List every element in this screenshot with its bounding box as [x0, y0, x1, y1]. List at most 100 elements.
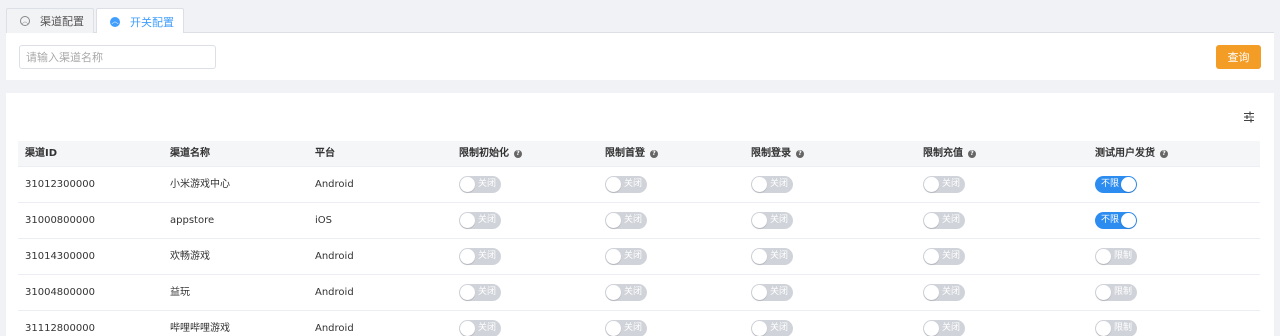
switch-label: 关闭 [624, 323, 643, 333]
limit-login-switch[interactable]: 关闭 [751, 248, 793, 265]
limit-recharge-switch[interactable]: 关闭 [923, 284, 965, 301]
header-limit-login: 限制登录? [751, 141, 804, 167]
table-row: 31000800000 appstore iOS 关闭 关闭 关闭 关闭 不限 [18, 203, 1260, 239]
limit-recharge-switch[interactable]: 关闭 [923, 212, 965, 229]
limit-login-switch[interactable]: 关闭 [751, 212, 793, 229]
channel-id-cell: 31012300000 [25, 179, 95, 190]
chevron-up-circle-icon: ︿ [20, 16, 30, 26]
switch-knob [1096, 285, 1111, 300]
column-settings-icon[interactable] [1243, 111, 1255, 123]
tab-bar: ︿ 渠道配置 ︿ 开关配置 [6, 8, 1274, 34]
question-circle-icon[interactable]: ? [796, 150, 804, 158]
switch-knob [924, 249, 939, 264]
limit-init-switch[interactable]: 关闭 [459, 212, 501, 229]
switch-label: 限制 [1114, 323, 1133, 333]
limit-login-switch[interactable]: 关闭 [751, 176, 793, 193]
table-row: 31004800000 益玩 Android 关闭 关闭 关闭 关闭 限制 [18, 275, 1260, 311]
question-circle-icon[interactable]: ? [514, 150, 522, 158]
switch-knob [460, 213, 475, 228]
limit-init-switch[interactable]: 关闭 [459, 176, 501, 193]
test-user-delivery-switch[interactable]: 限制 [1095, 248, 1137, 265]
limit-first-login-switch[interactable]: 关闭 [605, 320, 647, 336]
table-panel: 渠道ID 渠道名称 平台 限制初始化? 限制首登? 限制登录? 限制充值? 测试… [6, 93, 1274, 336]
limit-login-switch[interactable]: 关闭 [751, 284, 793, 301]
platform-cell: Android [315, 287, 354, 298]
switch-knob [606, 285, 621, 300]
limit-init-switch[interactable]: 关闭 [459, 320, 501, 336]
switch-label: 不限 [1101, 215, 1120, 225]
tab-label: 渠道配置 [40, 15, 84, 28]
switch-knob [460, 285, 475, 300]
header-channel-name: 渠道名称 [170, 148, 210, 159]
switch-knob [460, 249, 475, 264]
query-button[interactable]: 查询 [1216, 45, 1261, 69]
tab-label: 开关配置 [130, 15, 174, 29]
switch-knob [460, 321, 475, 336]
channel-id-cell: 31004800000 [25, 287, 95, 298]
table-row: 31012300000 小米游戏中心 Android 关闭 关闭 关闭 关闭 不限 [18, 167, 1260, 203]
channel-name-cell: 益玩 [170, 287, 190, 298]
test-user-delivery-switch[interactable]: 限制 [1095, 320, 1137, 336]
switch-label: 关闭 [942, 179, 961, 189]
switch-label: 限制 [1114, 251, 1133, 261]
question-circle-icon[interactable]: ? [1160, 150, 1168, 158]
switch-knob [606, 321, 621, 336]
switch-knob [924, 285, 939, 300]
switch-label: 关闭 [942, 215, 961, 225]
switch-knob [1121, 213, 1136, 228]
limit-recharge-switch[interactable]: 关闭 [923, 176, 965, 193]
platform-cell: iOS [315, 215, 332, 226]
channel-id-cell: 31112800000 [25, 323, 95, 334]
channel-name-cell: appstore [170, 215, 215, 226]
switch-label: 关闭 [770, 215, 789, 225]
header-limit-first-login: 限制首登? [605, 141, 658, 167]
platform-cell: Android [315, 323, 354, 334]
switch-knob [752, 213, 767, 228]
platform-cell: Android [315, 179, 354, 190]
limit-first-login-switch[interactable]: 关闭 [605, 248, 647, 265]
switch-knob [606, 213, 621, 228]
test-user-delivery-switch[interactable]: 不限 [1095, 212, 1137, 229]
tab-switch-config[interactable]: ︿ 开关配置 [96, 8, 184, 34]
switch-knob [460, 177, 475, 192]
switch-label: 关闭 [478, 323, 497, 333]
limit-first-login-switch[interactable]: 关闭 [605, 284, 647, 301]
limit-init-switch[interactable]: 关闭 [459, 284, 501, 301]
limit-login-switch[interactable]: 关闭 [751, 320, 793, 336]
test-user-delivery-switch[interactable]: 限制 [1095, 284, 1137, 301]
limit-first-login-switch[interactable]: 关闭 [605, 176, 647, 193]
header-limit-recharge: 限制充值? [923, 141, 976, 167]
limit-recharge-switch[interactable]: 关闭 [923, 320, 965, 336]
header-test-user-delivery: 测试用户发货? [1095, 141, 1168, 167]
switch-knob [752, 249, 767, 264]
question-circle-icon[interactable]: ? [650, 150, 658, 158]
table-header: 渠道ID 渠道名称 平台 限制初始化? 限制首登? 限制登录? 限制充值? 测试… [18, 141, 1260, 167]
header-platform: 平台 [315, 148, 335, 159]
table-row: 31112800000 哔哩哔哩游戏 Android 关闭 关闭 关闭 关闭 限制 [18, 311, 1260, 336]
switch-knob [1096, 321, 1111, 336]
switch-label: 关闭 [478, 287, 497, 297]
test-user-delivery-switch[interactable]: 不限 [1095, 176, 1137, 193]
channel-name-cell: 小米游戏中心 [170, 179, 230, 190]
table-row: 31014300000 欢畅游戏 Android 关闭 关闭 关闭 关闭 限制 [18, 239, 1260, 275]
header-limit-init: 限制初始化? [459, 141, 522, 167]
limit-first-login-switch[interactable]: 关闭 [605, 212, 647, 229]
switch-label: 关闭 [624, 287, 643, 297]
switch-knob [1121, 177, 1136, 192]
platform-cell: Android [315, 251, 354, 262]
limit-recharge-switch[interactable]: 关闭 [923, 248, 965, 265]
chevron-up-circle-icon: ︿ [110, 16, 120, 27]
switch-knob [924, 177, 939, 192]
tab-channel-config[interactable]: ︿ 渠道配置 [6, 8, 94, 33]
switch-label: 关闭 [770, 179, 789, 189]
switch-knob [606, 249, 621, 264]
switch-knob [924, 213, 939, 228]
switch-label: 关闭 [770, 323, 789, 333]
channel-name-cell: 哔哩哔哩游戏 [170, 323, 230, 334]
channel-name-cell: 欢畅游戏 [170, 251, 210, 262]
channel-name-search-input[interactable] [19, 45, 216, 69]
switch-label: 关闭 [942, 323, 961, 333]
limit-init-switch[interactable]: 关闭 [459, 248, 501, 265]
switch-label: 关闭 [624, 251, 643, 261]
question-circle-icon[interactable]: ? [968, 150, 976, 158]
